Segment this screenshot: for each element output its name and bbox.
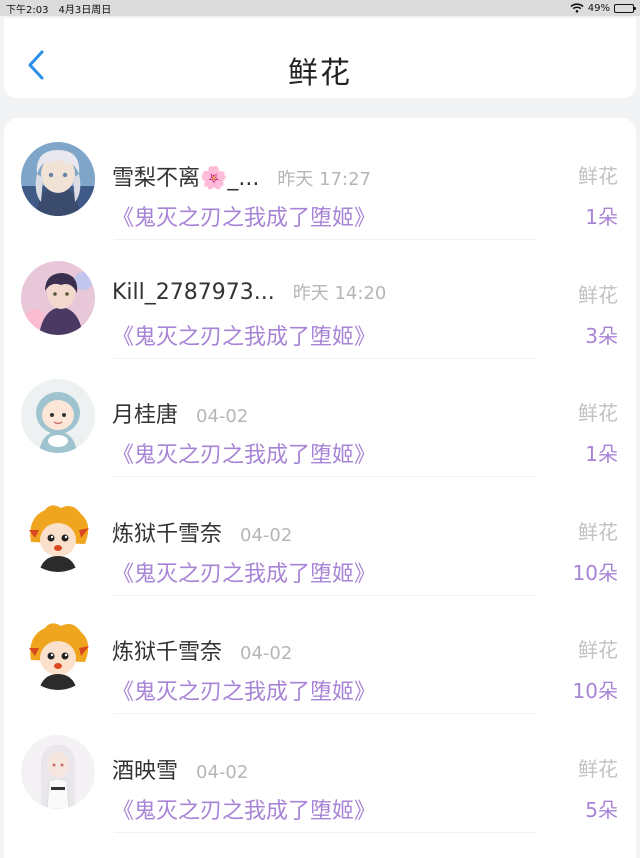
avatar[interactable] xyxy=(21,379,95,453)
status-right: 49% xyxy=(570,2,636,14)
battery-percent: 49% xyxy=(587,2,610,14)
gift-type: 鲜花 xyxy=(578,282,618,307)
status-time: 下午2:03 xyxy=(6,4,49,16)
wifi-icon xyxy=(570,3,584,13)
list-item[interactable]: 炼狱千雪奈 04-02 《鬼灭之刃之我成了堕姬》 鲜花 10朵 xyxy=(4,596,636,714)
list-item[interactable]: 酒映雪 04-02 《鬼灭之刃之我成了堕姬》 鲜花 5朵 xyxy=(4,715,636,833)
book-title-link[interactable]: 《鬼灭之刃之我成了堕姬》 xyxy=(112,437,376,469)
gift-type: 鲜花 xyxy=(578,401,618,425)
name-line: 月桂唐 04-02 xyxy=(112,397,248,429)
timestamp: 04-02 xyxy=(240,643,293,664)
gift-count: 1朵 xyxy=(585,205,618,229)
avatar[interactable] xyxy=(21,260,95,335)
timestamp: 04-02 xyxy=(240,524,293,546)
user-name[interactable]: 雪梨不离🌸_... xyxy=(112,160,259,192)
avatar[interactable] xyxy=(21,734,95,809)
nav-header: 鲜花 xyxy=(4,18,636,98)
book-title-link[interactable]: 《鬼灭之刃之我成了堕姬》 xyxy=(112,793,376,825)
page-title: 鲜花 xyxy=(288,56,352,91)
name-line: Kill_2787973... 昨天 14:20 xyxy=(112,279,386,305)
status-date: 4月3日周日 xyxy=(58,4,112,16)
user-name[interactable]: 炼狱千雪奈 xyxy=(112,634,222,666)
avatar[interactable] xyxy=(21,616,95,690)
list-item[interactable]: 炼狱千雪奈 04-02 《鬼灭之刃之我成了堕姬》 鲜花 10朵 xyxy=(4,478,636,596)
user-name[interactable]: 月桂唐 xyxy=(112,397,178,429)
avatar[interactable] xyxy=(21,142,95,216)
gift-type: 鲜花 xyxy=(578,756,618,781)
book-title-link[interactable]: 《鬼灭之刃之我成了堕姬》 xyxy=(112,674,376,706)
status-bar: 下午2:03 4月3日周日 49% xyxy=(0,0,640,16)
user-name[interactable]: 酒映雪 xyxy=(112,753,178,785)
list-item[interactable]: 雪梨不离🌸_... 昨天 17:27 《鬼灭之刃之我成了堕姬》 鲜花 1朵 xyxy=(4,122,636,240)
book-title-link[interactable]: 《鬼灭之刃之我成了堕姬》 xyxy=(112,319,376,351)
gift-count: 10朵 xyxy=(572,560,618,585)
list-item[interactable]: 月桂唐 04-02 《鬼灭之刃之我成了堕姬》 鲜花 1朵 xyxy=(4,359,636,477)
timestamp: 04-02 xyxy=(196,406,249,427)
status-left: 下午2:03 4月3日周日 xyxy=(6,1,111,16)
user-name[interactable]: 炼狱千雪奈 xyxy=(112,516,222,548)
name-line: 炼狱千雪奈 04-02 xyxy=(112,634,292,666)
gift-type: 鲜花 xyxy=(578,164,618,188)
gift-count: 3朵 xyxy=(585,323,618,348)
list-item[interactable]: Kill_2787973... 昨天 14:20 《鬼灭之刃之我成了堕姬》 鲜花 3朵 xyxy=(4,241,636,359)
name-line: 雪梨不离🌸_... 昨天 17:27 xyxy=(112,160,371,192)
timestamp: 昨天 14:20 xyxy=(292,282,387,304)
gift-count: 1朵 xyxy=(585,442,618,466)
gift-type: 鲜花 xyxy=(578,638,618,662)
timestamp: 04-02 xyxy=(196,761,249,783)
book-title-link[interactable]: 《鬼灭之刃之我成了堕姬》 xyxy=(112,556,376,588)
name-line: 炼狱千雪奈 04-02 xyxy=(112,516,292,548)
name-line: 酒映雪 04-02 xyxy=(112,753,248,785)
gift-list: 雪梨不离🌸_... 昨天 17:27 《鬼灭之刃之我成了堕姬》 鲜花 1朵 Kill_2… xyxy=(4,118,636,858)
gift-type: 鲜花 xyxy=(578,519,618,544)
gift-count: 5朵 xyxy=(585,797,618,822)
row-divider xyxy=(114,831,536,833)
battery-icon xyxy=(614,3,636,13)
book-title-link[interactable]: 《鬼灭之刃之我成了堕姬》 xyxy=(112,200,376,232)
gift-count: 10朵 xyxy=(572,679,618,703)
timestamp: 昨天 17:27 xyxy=(277,169,371,190)
avatar[interactable] xyxy=(21,497,95,572)
user-name[interactable]: Kill_2787973... xyxy=(112,280,275,305)
